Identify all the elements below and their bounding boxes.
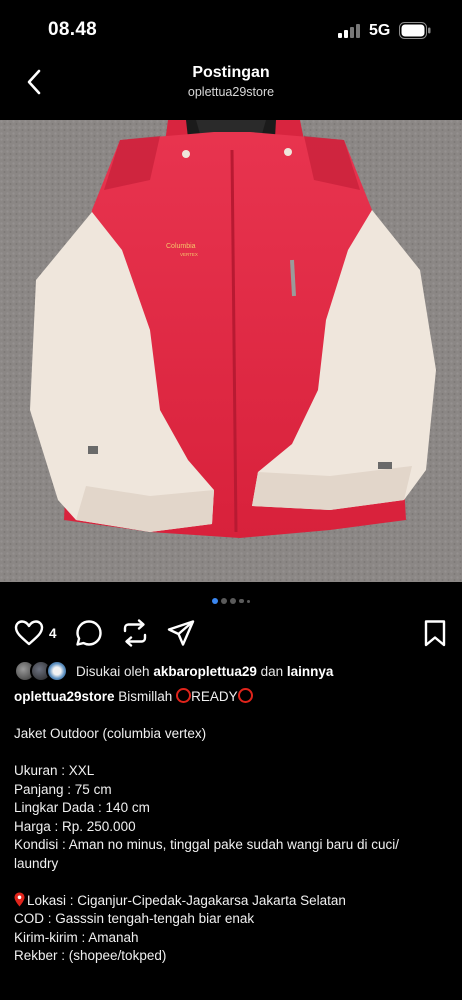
signal-icon (338, 24, 360, 38)
brand-sublabel: VERTEX (180, 252, 198, 257)
pin-icon (14, 892, 25, 906)
caption-line: Lokasi : Ciganjur-Cipedak-Jagakarsa Jaka… (27, 892, 346, 908)
carousel-dot (246, 599, 250, 603)
battery-icon (399, 22, 431, 39)
caption-line: Lingkar Dada : 140 cm (14, 800, 150, 815)
status-time: 08.48 (48, 19, 98, 40)
post-header: Postingan oplettua29store (0, 56, 462, 120)
page-subtitle[interactable]: oplettua29store (0, 85, 462, 99)
caption-line: laundry (14, 855, 59, 871)
repost-icon[interactable] (120, 618, 150, 648)
page-title: Postingan (192, 64, 270, 81)
liked-by-others[interactable]: lainnya (287, 664, 334, 679)
caption-line: Rekber : (shopee/tokped) (14, 948, 167, 963)
carousel-dot (239, 598, 244, 604)
red-circle-icon (176, 688, 192, 703)
carousel-dot (212, 598, 219, 604)
brand-label: Columbia (166, 243, 196, 250)
bookmark-icon[interactable] (420, 618, 450, 648)
caption-line: Harga : Rp. 250.000 (14, 818, 136, 834)
red-circle-icon (237, 688, 253, 703)
liker-avatars (14, 660, 76, 682)
jacket-photo: Columbia VERTEX (0, 120, 462, 582)
caption-line: Kirim-kirim : Amanah (14, 929, 139, 945)
caption-username[interactable]: oplettua29store (14, 689, 115, 704)
caption-line: Ukuran : XXL (14, 763, 95, 778)
like-count[interactable]: 4 (49, 626, 57, 641)
caption-line: Panjang : 75 cm (14, 781, 112, 797)
caption-line: COD : Gasssin tengah-tengah biar enak (14, 911, 255, 926)
carousel-dot (230, 598, 237, 604)
caption-ready: READY (191, 689, 238, 704)
post-caption: oplettua29store Bismillah READY Jaket Ou… (14, 688, 454, 966)
caption-line: Jaket Outdoor (columbia vertex) (14, 726, 207, 741)
liked-by-user[interactable]: akbaroplettua29 (153, 664, 257, 679)
status-bar: 08.48 5G (0, 0, 462, 56)
comment-icon[interactable] (74, 618, 104, 648)
caption-line: Kondisi : Aman no minus, tinggal pake su… (14, 837, 399, 852)
carousel-dot (221, 598, 228, 604)
share-icon[interactable] (166, 618, 196, 648)
heart-icon[interactable] (14, 618, 44, 648)
post-photo[interactable]: Columbia VERTEX (0, 120, 462, 582)
liked-by-text: Disukai oleh akbaroplettua29 dan lainnya (76, 663, 334, 679)
action-bar: 4 (0, 616, 462, 650)
network-label: 5G (369, 22, 391, 39)
avatar (46, 660, 68, 682)
liked-by-row[interactable]: Disukai oleh akbaroplettua29 dan lainnya (14, 660, 454, 682)
caption-first-text: Bismillah (118, 689, 173, 704)
carousel-dots (0, 598, 462, 604)
